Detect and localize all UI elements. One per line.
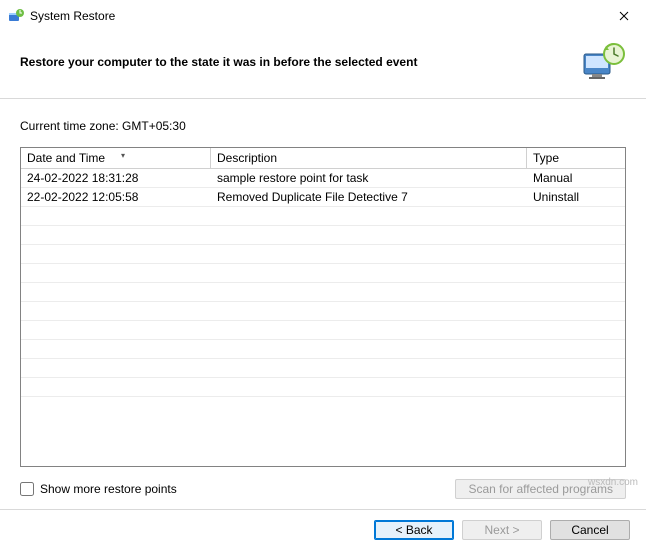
- restore-points-table[interactable]: Date and Time ▾ Description Type 24-02-2…: [20, 147, 626, 467]
- table-body: 24-02-2022 18:31:28sample restore point …: [21, 169, 625, 466]
- cell-type: Manual: [527, 169, 625, 187]
- table-footer-row: Show more restore points Scan for affect…: [20, 467, 626, 499]
- table-row: [21, 264, 625, 283]
- cell-type: Uninstall: [527, 188, 625, 206]
- cell-desc: Removed Duplicate File Detective 7: [211, 188, 527, 206]
- close-button[interactable]: [602, 1, 646, 31]
- table-row: [21, 226, 625, 245]
- table-row: [21, 283, 625, 302]
- cell-desc: sample restore point for task: [211, 169, 527, 187]
- sort-indicator-icon: ▾: [121, 151, 125, 160]
- show-more-label: Show more restore points: [40, 482, 177, 496]
- column-date-label: Date and Time: [27, 151, 105, 165]
- table-row: [21, 207, 625, 226]
- table-row[interactable]: 24-02-2022 18:31:28sample restore point …: [21, 169, 625, 188]
- table-row: [21, 302, 625, 321]
- wizard-header: Restore your computer to the state it wa…: [0, 32, 646, 99]
- table-row: [21, 359, 625, 378]
- system-restore-icon: [8, 8, 24, 24]
- titlebar: System Restore: [0, 0, 646, 32]
- column-description[interactable]: Description: [211, 148, 527, 168]
- restore-art-icon: [582, 42, 626, 82]
- column-type[interactable]: Type: [527, 148, 625, 168]
- wizard-body: Current time zone: GMT+05:30 Date and Ti…: [0, 99, 646, 509]
- table-header: Date and Time ▾ Description Type: [21, 148, 625, 169]
- table-row: [21, 321, 625, 340]
- cell-date: 24-02-2022 18:31:28: [21, 169, 211, 187]
- table-row: [21, 340, 625, 359]
- wizard-footer: < Back Next > Cancel: [0, 509, 646, 550]
- table-row: [21, 245, 625, 264]
- cancel-button[interactable]: Cancel: [550, 520, 630, 540]
- page-heading: Restore your computer to the state it wa…: [20, 55, 568, 69]
- show-more-checkbox[interactable]: Show more restore points: [20, 482, 177, 496]
- table-row[interactable]: 22-02-2022 12:05:58Removed Duplicate Fil…: [21, 188, 625, 207]
- timezone-label: Current time zone: GMT+05:30: [20, 119, 626, 133]
- scan-affected-button[interactable]: Scan for affected programs: [455, 479, 626, 499]
- cell-date: 22-02-2022 12:05:58: [21, 188, 211, 206]
- table-row: [21, 378, 625, 397]
- next-button[interactable]: Next >: [462, 520, 542, 540]
- window-title: System Restore: [30, 9, 602, 23]
- back-button[interactable]: < Back: [374, 520, 454, 540]
- show-more-checkbox-input[interactable]: [20, 482, 34, 496]
- column-date[interactable]: Date and Time ▾: [21, 148, 211, 168]
